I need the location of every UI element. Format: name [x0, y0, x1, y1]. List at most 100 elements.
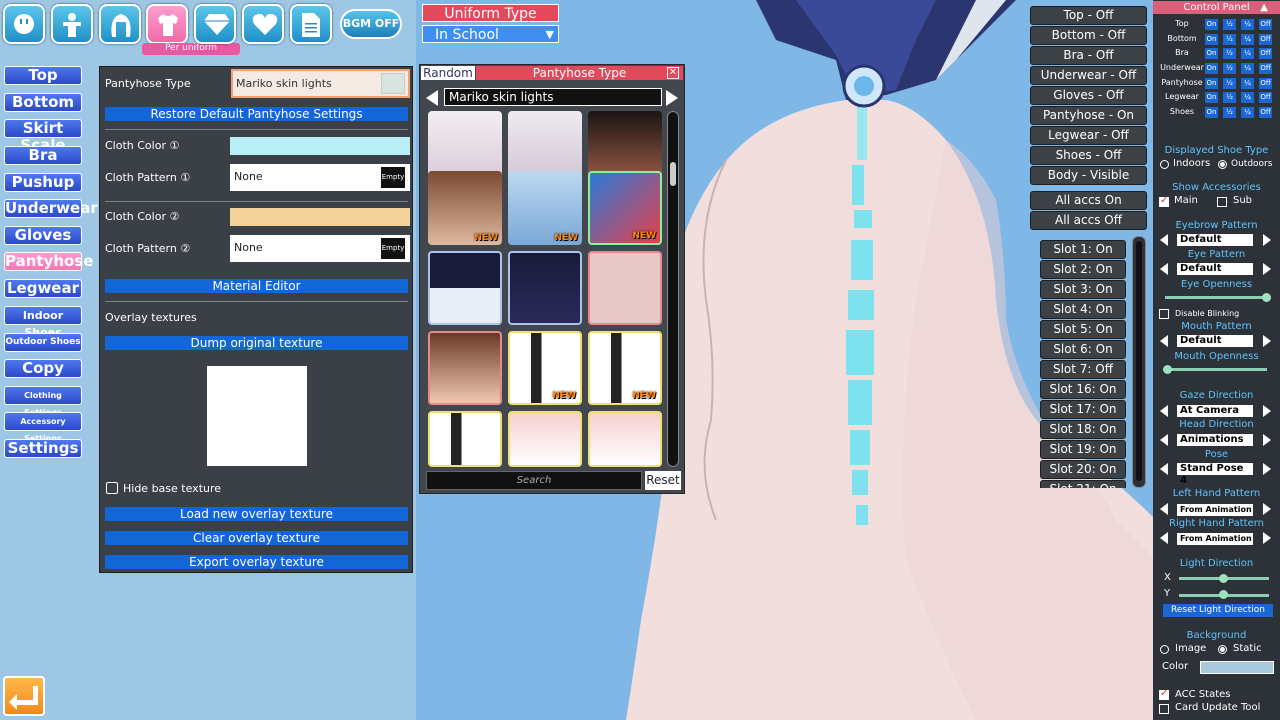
head-prev-icon[interactable] [1160, 434, 1168, 446]
category-legwear[interactable]: Legwear [4, 279, 82, 298]
uniform-type-dropdown[interactable]: In School ▼ [422, 25, 559, 43]
mouth-openness-knob[interactable] [1163, 365, 1172, 374]
pantyhose-thumb[interactable]: NEW [588, 171, 662, 245]
toggle-legwear-off[interactable]: Off [1259, 92, 1272, 103]
gaze-prev-icon[interactable] [1160, 405, 1168, 417]
slot-button[interactable]: Slot 7: Off [1040, 360, 1126, 379]
toggle-pantyhose-quarter[interactable]: ¼ [1241, 78, 1254, 89]
grid-scrollbar[interactable] [667, 111, 679, 467]
image-background-radio[interactable] [1160, 645, 1169, 654]
accessory-category-button[interactable] [194, 4, 236, 44]
toggle-bra-off[interactable]: Off [1259, 48, 1272, 59]
toggle-top-half[interactable]: ½ [1223, 19, 1236, 30]
pantyhose-thumb[interactable]: NEW [508, 331, 582, 405]
toggle-legwear-quarter[interactable]: ¼ [1241, 92, 1254, 103]
collapse-arrow-icon[interactable]: ▲ [1260, 1, 1268, 14]
slot-button[interactable]: Slot 16: On [1040, 380, 1126, 399]
load-overlay-button[interactable]: Load new overlay texture [105, 507, 408, 521]
pantyhose-thumb[interactable] [428, 331, 502, 405]
pose-prev-icon[interactable] [1160, 463, 1168, 475]
eyebrow-prev-icon[interactable] [1160, 234, 1168, 246]
eye-openness-knob[interactable] [1262, 293, 1271, 302]
category-clothing-settings[interactable]: Clothing Settings [4, 386, 82, 417]
pantyhose-thumb[interactable]: NEW [428, 171, 502, 245]
pose-next-icon[interactable] [1263, 463, 1271, 475]
pantyhose-thumb[interactable] [588, 411, 662, 467]
visibility-bra[interactable]: Bra - Off [1030, 46, 1147, 65]
cloth-color-1-swatch[interactable] [230, 137, 410, 155]
toggle-shoes-quarter[interactable]: ¼ [1241, 107, 1254, 118]
all-accs-on-button[interactable]: All accs On [1030, 191, 1147, 210]
mouth-next-icon[interactable] [1263, 335, 1271, 347]
category-underwear[interactable]: Underwear [4, 199, 98, 218]
toggle-shoes-half[interactable]: ½ [1223, 107, 1236, 118]
search-input[interactable]: Search [426, 471, 642, 490]
close-icon[interactable]: ✕ [667, 67, 679, 79]
toggle-top-on[interactable]: On [1205, 19, 1218, 30]
toggle-legwear-half[interactable]: ½ [1223, 92, 1236, 103]
slot-button[interactable]: Slot 17: On [1040, 400, 1126, 419]
slot-button[interactable]: Slot 19: On [1040, 440, 1126, 459]
disable-blinking-checkbox[interactable] [1159, 309, 1169, 319]
toggle-top-quarter[interactable]: ¼ [1241, 19, 1254, 30]
clear-overlay-button[interactable]: Clear overlay texture [105, 531, 408, 545]
category-accessory-settings[interactable]: Accessory Settings [4, 412, 82, 443]
pantyhose-thumb[interactable] [508, 251, 582, 325]
slot-button[interactable]: Slot 1: On [1040, 240, 1126, 259]
visibility-bottom[interactable]: Bottom - Off [1030, 26, 1147, 45]
visibility-legwear[interactable]: Legwear - Off [1030, 126, 1147, 145]
toggle-legwear-on[interactable]: On [1205, 92, 1218, 103]
visibility-underwear[interactable]: Underwear - Off [1030, 66, 1147, 85]
clothes-category-button[interactable] [146, 4, 188, 44]
sub-accessories-checkbox[interactable] [1217, 197, 1227, 207]
body-category-button[interactable] [51, 4, 93, 44]
next-arrow-icon[interactable] [666, 90, 678, 106]
reset-light-direction-button[interactable]: Reset Light Direction [1163, 604, 1273, 617]
category-outdoor-shoes[interactable]: Outdoor Shoes [4, 333, 82, 352]
right-hand-prev-icon[interactable] [1160, 532, 1168, 544]
slot-scrollbar-thumb[interactable] [1136, 241, 1142, 481]
slot-button[interactable]: Slot 4: On [1040, 300, 1126, 319]
visibility-gloves[interactable]: Gloves - Off [1030, 86, 1147, 105]
main-accessories-checkbox[interactable] [1159, 195, 1169, 207]
light-y-knob[interactable] [1219, 590, 1228, 599]
gaze-next-icon[interactable] [1263, 405, 1271, 417]
indoors-radio[interactable] [1160, 160, 1169, 169]
visibility-top[interactable]: Top - Off [1030, 6, 1147, 25]
head-next-icon[interactable] [1263, 434, 1271, 446]
dump-original-texture-button[interactable]: Dump original texture [105, 336, 408, 350]
reset-button[interactable]: Reset [645, 471, 681, 490]
category-indoor-shoes[interactable]: Indoor Shoes [4, 306, 82, 339]
personality-category-button[interactable] [242, 4, 284, 44]
pantyhose-type-selector[interactable]: Mariko skin lights [231, 69, 410, 98]
slot-button[interactable]: Slot 20: On [1040, 460, 1126, 479]
pantyhose-thumb[interactable] [508, 411, 582, 467]
slot-button[interactable]: Slot 6: On [1040, 340, 1126, 359]
material-editor-button[interactable]: Material Editor [105, 279, 408, 293]
visibility-pantyhose[interactable]: Pantyhose - On [1030, 106, 1147, 125]
mouth-openness-slider[interactable] [1165, 368, 1267, 371]
static-background-radio[interactable] [1218, 645, 1227, 654]
category-bottom[interactable]: Bottom [4, 93, 82, 112]
toggle-bottom-half[interactable]: ½ [1223, 34, 1236, 45]
save-load-button[interactable] [290, 4, 332, 44]
category-pantyhose[interactable]: Pantyhose [4, 252, 93, 271]
eyebrow-next-icon[interactable] [1263, 234, 1271, 246]
light-x-knob[interactable] [1219, 574, 1228, 583]
category-bra[interactable]: Bra [4, 146, 82, 165]
bgm-toggle-button[interactable]: BGM OFF [340, 9, 402, 39]
visibility-body[interactable]: Body - Visible [1030, 166, 1147, 185]
eye-prev-icon[interactable] [1160, 263, 1168, 275]
category-skirt-scale[interactable]: Skirt Scale [4, 119, 82, 154]
export-overlay-button[interactable]: Export overlay texture [105, 555, 408, 569]
toggle-underwear-quarter[interactable]: ¼ [1241, 63, 1254, 74]
toggle-underwear-half[interactable]: ½ [1223, 63, 1236, 74]
pantyhose-thumb-selected[interactable] [588, 251, 662, 325]
prev-arrow-icon[interactable] [426, 90, 438, 106]
visibility-shoes[interactable]: Shoes - Off [1030, 146, 1147, 165]
slot-scrollbar[interactable] [1132, 236, 1146, 488]
restore-default-button[interactable]: Restore Default Pantyhose Settings [105, 107, 408, 121]
face-category-button[interactable] [3, 4, 45, 44]
hide-base-texture-checkbox[interactable] [106, 482, 118, 494]
toggle-shoes-off[interactable]: Off [1259, 107, 1272, 118]
